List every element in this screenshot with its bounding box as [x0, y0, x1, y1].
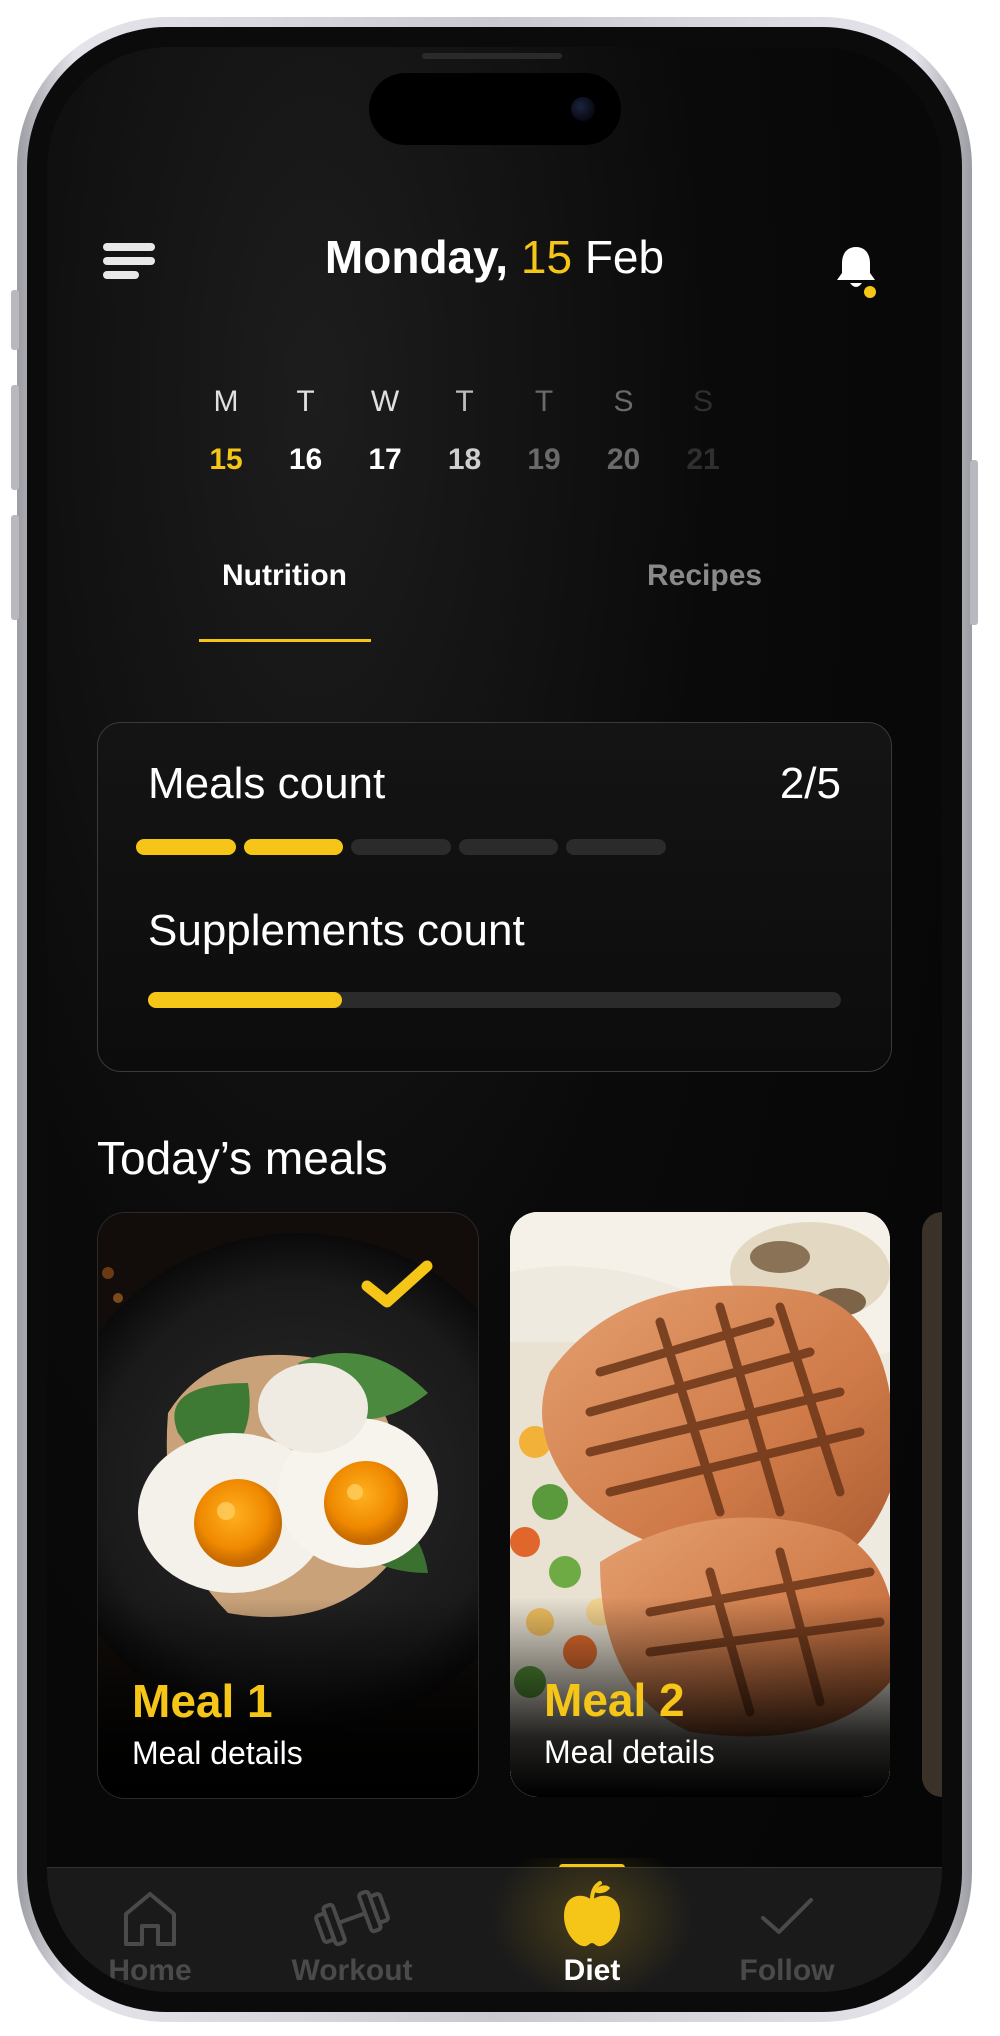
meal-2-details: Meal details — [544, 1734, 715, 1770]
earpiece-speaker — [422, 53, 562, 59]
meal-2-title: Meal 2 — [544, 1674, 685, 1726]
day-2[interactable]: W 17 — [345, 382, 425, 480]
nav-diet[interactable]: Diet — [482, 1858, 702, 1992]
nav-follow[interactable]: Follow — [697, 1868, 877, 1992]
tab-recipes[interactable]: Recipes — [647, 559, 762, 593]
todays-meals-heading: Today’s meals — [97, 1132, 388, 1184]
title-day-number: 15 — [520, 231, 573, 283]
week-strip: M 15 T 16 W 17 T 18 T 19 S 20 S 21 — [47, 382, 942, 502]
title-weekday: Monday, — [324, 231, 509, 283]
nav-home[interactable]: Home — [60, 1868, 240, 1992]
day-letter: T — [534, 385, 554, 418]
notification-badge — [864, 286, 876, 298]
day-letter: M — [213, 385, 239, 418]
title-month: Feb — [584, 231, 665, 283]
day-number: 18 — [447, 443, 482, 476]
notification-bell-icon[interactable] — [833, 244, 879, 292]
volume-up-button — [11, 385, 19, 490]
meal-1-title: Meal 1 — [132, 1675, 273, 1727]
home-icon — [124, 1892, 176, 1946]
day-letter: S — [692, 385, 713, 418]
day-number: 16 — [288, 443, 323, 476]
day-number: 19 — [527, 443, 561, 476]
day-4[interactable]: T 19 — [504, 382, 584, 480]
app-screen: Monday, 15 Feb M 15 T 16 W 17 T 18 T 19 S 20 S 21 Nut… — [47, 47, 942, 1992]
meals-count-label: Meals count — [148, 759, 386, 808]
day-letter: T — [455, 385, 474, 418]
day-0[interactable]: M 15 — [186, 382, 266, 480]
meal-progress-segment — [566, 839, 666, 855]
power-button — [970, 460, 978, 625]
nav-home-label: Home — [108, 1954, 192, 1987]
nav-diet-label: Diet — [563, 1954, 621, 1987]
volume-down-button — [11, 515, 19, 620]
day-5[interactable]: S 20 — [584, 382, 664, 480]
meals-count-value: 2/5 — [779, 759, 841, 808]
day-letter: T — [296, 385, 315, 418]
day-3[interactable]: T 18 — [425, 382, 505, 480]
tab-nutrition[interactable]: Nutrition — [222, 559, 347, 593]
day-number: 15 — [209, 443, 243, 476]
supplements-progress-bar — [148, 992, 841, 1008]
active-tab-indicator — [199, 639, 371, 642]
apple-icon — [564, 1881, 620, 1947]
checkmark-icon — [761, 1898, 813, 1934]
front-camera — [571, 97, 595, 121]
nav-workout-label: Workout — [291, 1954, 413, 1987]
meal-1-details: Meal details — [132, 1735, 303, 1771]
day-1[interactable]: T 16 — [266, 382, 346, 480]
day-number: 17 — [368, 443, 402, 476]
dynamic-island — [369, 73, 621, 145]
meal-progress-segment — [351, 839, 451, 855]
day-letter: S — [613, 385, 634, 418]
meal-progress-segment — [458, 839, 559, 855]
supplements-progress-fill — [148, 992, 343, 1008]
bottom-navigation: Home Workout Diet Follow — [47, 1858, 942, 1992]
meal-card-3-peek[interactable] — [922, 1212, 942, 1797]
nav-follow-label: Follow — [739, 1954, 835, 1987]
completed-check-icon — [361, 1260, 433, 1308]
day-number: 21 — [686, 443, 720, 476]
day-number: 20 — [606, 443, 641, 476]
action-button — [11, 290, 19, 350]
dumbbell-icon — [314, 1889, 390, 1947]
meal-progress-segment — [136, 839, 236, 855]
day-letter: W — [370, 385, 400, 418]
supplements-count-label: Supplements count — [148, 906, 525, 955]
page-title: Monday, 15 Feb — [47, 230, 942, 284]
nav-workout[interactable]: Workout — [262, 1868, 442, 1992]
daily-progress-card: Meals count 2/5 Supplements count — [97, 722, 892, 1072]
meal-progress-segment — [243, 839, 344, 855]
meal-card-1[interactable]: Meal 1 Meal details — [97, 1212, 479, 1799]
day-6[interactable]: S 21 — [663, 382, 743, 480]
meal-card-2[interactable]: Meal 2 Meal details — [510, 1212, 890, 1797]
